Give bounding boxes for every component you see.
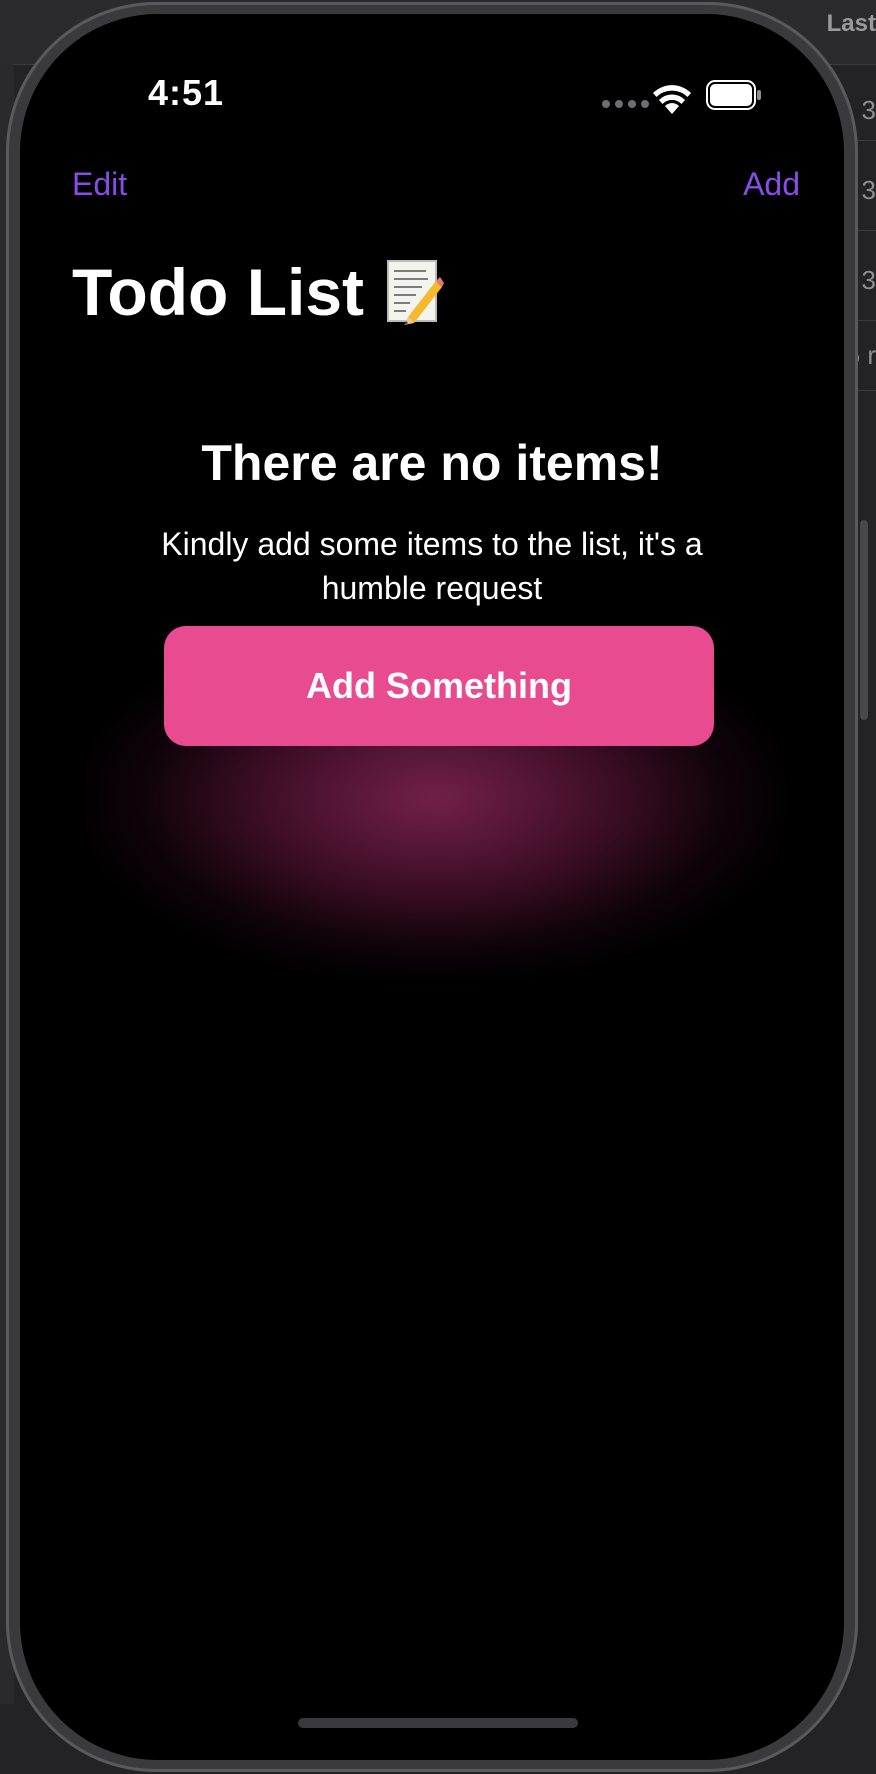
wifi-icon <box>653 85 691 114</box>
edit-button[interactable]: Edit <box>72 166 127 203</box>
page-title-text: Todo List <box>72 255 365 329</box>
status-time: 4:51 <box>148 72 225 113</box>
phone-frame: 4:51 Edit Add Todo List There are no ite… <box>6 2 858 1772</box>
phone-screen: 4:51 Edit Add Todo List There are no ite… <box>20 14 844 1760</box>
add-button[interactable]: Add <box>743 166 800 203</box>
background-scrollbar[interactable] <box>860 520 868 720</box>
page-title: Todo List <box>72 254 445 330</box>
empty-state-message: Kindly add some items to the list, it's … <box>161 526 703 606</box>
home-indicator[interactable] <box>298 1718 578 1728</box>
battery-icon <box>706 80 761 110</box>
background-header-label: Last <box>826 10 876 37</box>
cellular-signal-icon <box>602 100 649 108</box>
empty-state-title: There are no items! <box>201 435 663 491</box>
memo-icon <box>387 260 445 325</box>
add-something-button[interactable]: Add Something <box>164 626 714 746</box>
